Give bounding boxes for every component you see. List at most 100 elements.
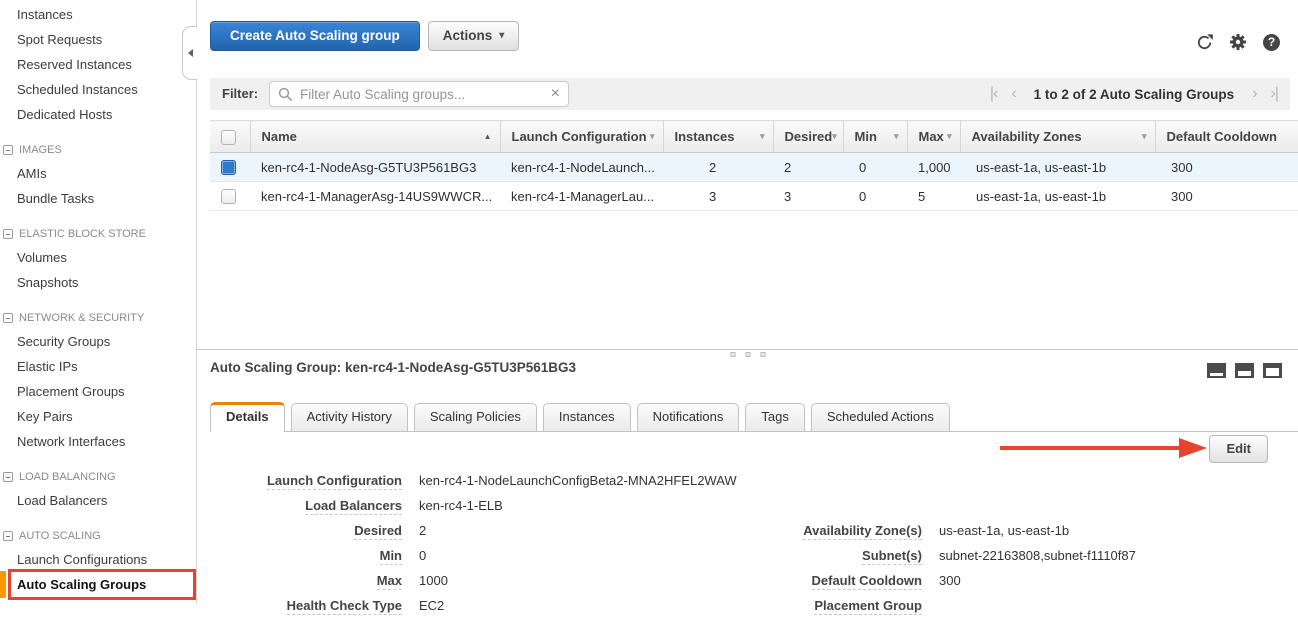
detail-field: Default Cooldown 300 [740, 568, 1136, 593]
detail-field: Launch Configuration ken-rc4-1-NodeLaunc… [210, 468, 737, 493]
detail-field: Availability Zone(s) us-east-1a, us-east… [740, 518, 1136, 543]
create-auto-scaling-group-button[interactable]: Create Auto Scaling group [210, 21, 420, 51]
detail-field: Min 0 [210, 543, 737, 568]
sidebar-nav: Launch Configurations Auto Scaling Group… [0, 547, 196, 597]
detail-field: Desired 2 [210, 518, 737, 543]
actions-dropdown-button[interactable]: Actions ▾ [428, 21, 520, 51]
field-value: subnet-22163808,subnet-f1110f87 [939, 548, 1136, 563]
field-label: Max [210, 573, 402, 588]
collapse-section-icon[interactable] [3, 229, 13, 239]
sidebar-item-dedicated-hosts[interactable]: Dedicated Hosts [0, 102, 196, 127]
sidebar-item-volumes[interactable]: Volumes [0, 245, 196, 270]
pane-layout-medium-icon[interactable] [1235, 363, 1254, 378]
sidebar-item-snapshots[interactable]: Snapshots [0, 270, 196, 295]
detail-panel-heading: Auto Scaling Group: ken-rc4-1-NodeAsg-G5… [210, 360, 576, 375]
sidebar-item-spot-requests[interactable]: Spot Requests [0, 27, 196, 52]
cell-instances: 2 [663, 153, 773, 182]
refresh-icon[interactable] [1196, 34, 1213, 51]
col-name[interactable]: Name▲ [250, 121, 500, 153]
col-label: Max [919, 129, 944, 144]
sidebar-section-label: ELASTIC BLOCK STORE [19, 228, 146, 240]
edit-button[interactable]: Edit [1209, 435, 1268, 463]
sidebar-item-load-balancers[interactable]: Load Balancers [0, 488, 196, 513]
clear-filter-icon[interactable]: × [551, 85, 560, 103]
field-value: ken-rc4-1-ELB [419, 498, 503, 513]
sidebar-item-placement-groups[interactable]: Placement Groups [0, 379, 196, 404]
help-icon[interactable]: ? [1263, 34, 1280, 51]
sidebar-item-network-interfaces[interactable]: Network Interfaces [0, 429, 196, 454]
tab-activity-history[interactable]: Activity History [291, 403, 408, 431]
field-label: Desired [210, 523, 402, 538]
sidebar-section-elastic-block-store[interactable]: ELASTIC BLOCK STORE [0, 223, 196, 245]
col-default-cooldown[interactable]: Default Cooldown [1155, 121, 1298, 153]
col-min[interactable]: Min▾ [843, 121, 907, 153]
tab-scaling-policies[interactable]: Scaling Policies [414, 403, 537, 431]
sidebar-item-reserved-instances[interactable]: Reserved Instances [0, 52, 196, 77]
collapse-section-icon[interactable] [3, 472, 13, 482]
split-drag-handle-icon[interactable] [730, 352, 765, 357]
sidebar-item-auto-scaling-groups[interactable]: Auto Scaling Groups [0, 572, 196, 597]
pagination-prev-button[interactable]: ‹ [1011, 85, 1015, 103]
chevron-down-icon: ▾ [894, 131, 899, 142]
sidebar-section-images[interactable]: IMAGES [0, 139, 196, 161]
chevron-down-icon: ▾ [1142, 131, 1147, 142]
col-launch-configuration[interactable]: Launch Configuration▾ [500, 121, 663, 153]
row-checkbox[interactable] [221, 160, 236, 175]
field-value: EC2 [419, 598, 444, 613]
collapse-section-icon[interactable] [3, 313, 13, 323]
sidebar-section-load-balancing[interactable]: LOAD BALANCING [0, 466, 196, 488]
cell-availability-zones: us-east-1a, us-east-1b [960, 153, 1155, 182]
sidebar-collapse-toggle[interactable] [182, 26, 197, 80]
tab-instances[interactable]: Instances [543, 403, 631, 431]
col-desired[interactable]: Desired▾ [773, 121, 843, 153]
field-value: 0 [419, 548, 426, 563]
sidebar-nav: Load Balancers [0, 488, 196, 513]
col-instances[interactable]: Instances▾ [663, 121, 773, 153]
sidebar-item-amis[interactable]: AMIs [0, 161, 196, 186]
pagination-last-button[interactable]: ›| [1271, 85, 1278, 103]
sidebar-nav: Volumes Snapshots [0, 245, 196, 295]
tab-scheduled-actions[interactable]: Scheduled Actions [811, 403, 950, 431]
pane-layout-small-icon[interactable] [1207, 363, 1226, 378]
cell-availability-zones: us-east-1a, us-east-1b [960, 182, 1155, 211]
pane-layout-half-icon[interactable] [1263, 363, 1282, 378]
filter-search-wrap: × [269, 81, 569, 107]
sidebar-item-bundle-tasks[interactable]: Bundle Tasks [0, 186, 196, 211]
col-availability-zones[interactable]: Availability Zones▾ [960, 121, 1155, 153]
sidebar-item-scheduled-instances[interactable]: Scheduled Instances [0, 77, 196, 102]
tab-notifications[interactable]: Notifications [637, 403, 740, 431]
sidebar-nav: AMIs Bundle Tasks [0, 161, 196, 211]
col-max[interactable]: Max▾ [907, 121, 960, 153]
field-label: Load Balancers [210, 498, 402, 513]
sidebar-section-auto-scaling[interactable]: AUTO SCALING [0, 525, 196, 547]
gear-icon[interactable] [1229, 33, 1247, 51]
sidebar-item-instances[interactable]: Instances [0, 2, 196, 27]
collapse-section-icon[interactable] [3, 145, 13, 155]
sidebar-nav: Security Groups Elastic IPs Placement Gr… [0, 329, 196, 454]
select-all-checkbox[interactable] [221, 130, 236, 145]
split-divider [197, 349, 1298, 350]
detail-tabs: Details Activity History Scaling Policie… [210, 402, 1298, 432]
table-row[interactable]: ken-rc4-1-NodeAsg-G5TU3P561BG3 ken-rc4-1… [210, 153, 1298, 182]
field-label: Subnet(s) [740, 548, 922, 563]
sidebar-item-key-pairs[interactable]: Key Pairs [0, 404, 196, 429]
chevron-down-icon: ▾ [947, 131, 952, 142]
sidebar-section-network-security[interactable]: NETWORK & SECURITY [0, 307, 196, 329]
detail-field: Placement Group [740, 593, 1136, 618]
sidebar-item-elastic-ips[interactable]: Elastic IPs [0, 354, 196, 379]
pagination-first-button[interactable]: |‹ [990, 85, 997, 103]
sidebar-nav: Instances Spot Requests Reserved Instanc… [0, 2, 196, 127]
detail-field: Health Check Type EC2 [210, 593, 737, 618]
header-icon-group: ? [1196, 33, 1280, 51]
table-row[interactable]: ken-rc4-1-ManagerAsg-14US9WWCR... ken-rc… [210, 182, 1298, 211]
pagination-next-button[interactable]: › [1252, 85, 1256, 103]
sidebar-item-launch-configurations[interactable]: Launch Configurations [0, 547, 196, 572]
tab-tags[interactable]: Tags [745, 403, 804, 431]
filter-search-input[interactable] [270, 82, 568, 106]
select-all-header[interactable] [210, 121, 250, 153]
field-value: 1000 [419, 573, 448, 588]
row-checkbox[interactable] [221, 189, 236, 204]
collapse-section-icon[interactable] [3, 531, 13, 541]
tab-details[interactable]: Details [210, 402, 285, 432]
sidebar-item-security-groups[interactable]: Security Groups [0, 329, 196, 354]
